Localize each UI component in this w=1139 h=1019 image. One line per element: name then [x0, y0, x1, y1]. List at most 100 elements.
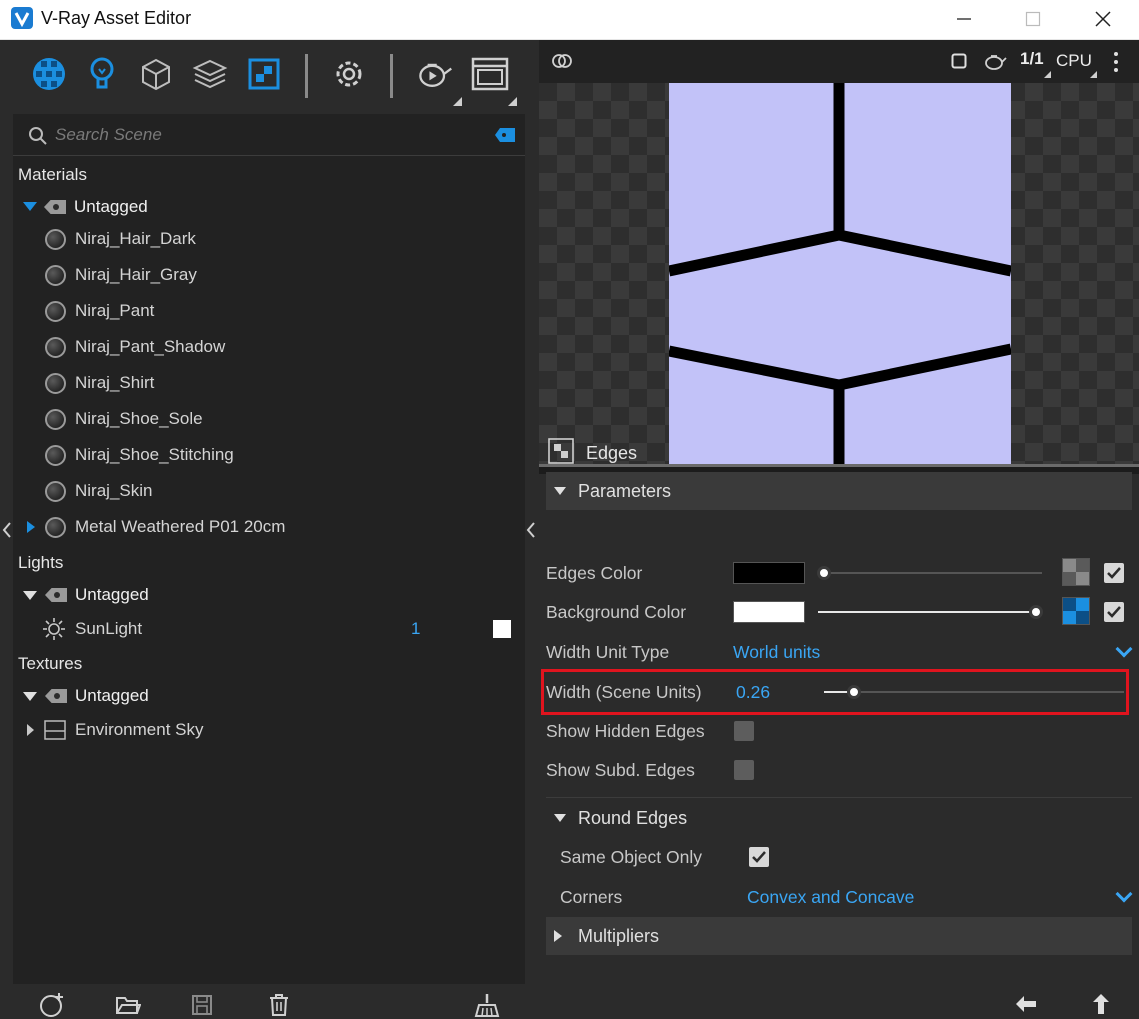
width-unit-type-label: Width Unit Type — [546, 642, 670, 662]
material-name: Metal Weathered P01 20cm — [75, 517, 286, 536]
asset-editor-panel: 1/1 CPU Edges Parameters Edges Color Bac… — [539, 40, 1139, 1019]
geometry-tab[interactable] — [136, 54, 176, 94]
materials-tag-group[interactable]: Untagged — [23, 190, 148, 224]
background-color-texture-toggle[interactable] — [1104, 602, 1124, 622]
material-name: Niraj_Pant_Shadow — [75, 337, 226, 356]
preview-scene-icon[interactable] — [551, 52, 573, 70]
light-toggle[interactable] — [493, 620, 511, 638]
corners-dropdown[interactable]: Convex and Concave — [747, 887, 914, 908]
collapse-arrow-icon — [23, 691, 37, 701]
frame-buffer-button[interactable] — [470, 54, 510, 94]
trash-icon — [270, 994, 288, 1016]
section-divider — [546, 797, 1132, 798]
settings-tab[interactable] — [329, 54, 369, 94]
material-item[interactable]: Niraj_Shirt — [45, 366, 154, 400]
show-hidden-edges-label: Show Hidden Edges — [546, 721, 705, 741]
delete-button[interactable] — [265, 991, 293, 1019]
texture-name: Environment Sky — [75, 720, 204, 739]
textures-tab[interactable] — [244, 54, 284, 94]
round-edges-rollout[interactable]: Round Edges — [546, 799, 1132, 837]
multipliers-rollout[interactable]: Multipliers — [546, 917, 1132, 955]
background-color-slider-knob[interactable] — [1029, 605, 1043, 619]
tag-filter-icon[interactable] — [495, 128, 515, 142]
lights-tab[interactable] — [82, 54, 122, 94]
render-teapot-icon — [419, 63, 452, 87]
material-item[interactable]: Niraj_Hair_Gray — [45, 258, 197, 292]
panel-splitter[interactable] — [525, 40, 539, 1019]
chevron-down-icon[interactable] — [1115, 885, 1133, 903]
up-button[interactable] — [1087, 990, 1115, 1018]
expand-arrow-icon — [23, 202, 37, 211]
textures-tag-group[interactable]: Untagged — [23, 679, 149, 713]
width-value-input[interactable]: 0.26 — [736, 682, 770, 703]
lights-tag-group[interactable]: Untagged — [23, 578, 149, 612]
material-item[interactable]: Niraj_Pant_Shadow — [45, 330, 225, 364]
edges-color-slider-track[interactable] — [824, 572, 1042, 574]
show-hidden-edges-checkbox[interactable] — [734, 721, 754, 741]
corners-label: Corners — [560, 887, 623, 907]
tag-group-label: Untagged — [75, 585, 149, 604]
minimize-button[interactable] — [929, 0, 999, 38]
render-engine[interactable]: CPU — [1056, 51, 1092, 71]
open-file-button[interactable] — [114, 991, 142, 1019]
more-options-icon[interactable] — [1113, 51, 1119, 73]
render-elements-tab[interactable] — [190, 54, 230, 94]
render-button[interactable] — [414, 54, 454, 94]
rollout-label: Multipliers — [578, 925, 660, 946]
back-button[interactable] — [1012, 990, 1040, 1018]
checkmark-icon — [752, 851, 766, 863]
preview-ratio[interactable]: 1/1 — [1020, 49, 1044, 69]
background-color-label: Background Color — [546, 602, 687, 622]
materials-tab[interactable] — [29, 54, 69, 94]
material-item-selected[interactable]: Metal Weathered P01 20cm — [27, 510, 285, 544]
material-item[interactable]: Niraj_Skin — [45, 474, 152, 508]
background-color-swatch[interactable] — [733, 601, 805, 623]
chevron-down-icon[interactable] — [1115, 640, 1133, 658]
edges-color-slider-knob[interactable] — [817, 566, 831, 580]
material-item[interactable]: Niraj_Shoe_Stitching — [45, 438, 234, 472]
add-asset-button[interactable] — [38, 991, 66, 1019]
material-item[interactable]: Niraj_Hair_Dark — [45, 222, 196, 256]
checkmark-icon — [1107, 567, 1121, 579]
collapse-arrow-icon — [554, 813, 566, 822]
collapse-left-icon[interactable] — [2, 522, 12, 538]
width-slider-track[interactable] — [824, 691, 1124, 693]
save-button[interactable] — [188, 991, 216, 1019]
edges-editor: Edges Parameters Edges Color Background … — [539, 430, 1139, 970]
purge-unused-button[interactable] — [473, 991, 501, 1019]
material-name: Niraj_Skin — [75, 481, 153, 500]
maximize-button[interactable] — [998, 0, 1068, 38]
search-input[interactable] — [55, 122, 475, 148]
expand-arrow-icon[interactable] — [27, 724, 34, 736]
maximize-icon — [1025, 11, 1041, 27]
same-object-only-checkbox[interactable] — [749, 847, 769, 867]
material-sphere-icon — [45, 336, 66, 358]
texture-item[interactable]: Environment Sky — [27, 713, 204, 747]
preview-shape-icon[interactable] — [951, 53, 967, 69]
rollout-label: Round Edges — [578, 807, 688, 828]
material-sphere-icon — [45, 228, 66, 250]
environment-texture-icon — [44, 720, 66, 740]
geometry-icon — [142, 58, 170, 91]
background-color-slider-fill — [818, 611, 1036, 613]
material-item[interactable]: Niraj_Shoe_Sole — [45, 402, 203, 436]
material-sphere-icon — [45, 516, 66, 538]
edges-color-texture-toggle[interactable] — [1104, 563, 1124, 583]
edges-color-swatch[interactable] — [733, 562, 805, 584]
width-unit-type-dropdown[interactable]: World units — [733, 642, 820, 663]
parameters-rollout[interactable]: Parameters — [546, 472, 1132, 510]
light-item[interactable]: SunLight 1 — [43, 612, 513, 646]
show-subd-edges-checkbox[interactable] — [734, 760, 754, 780]
expand-arrow-icon[interactable] — [27, 521, 35, 533]
background-color-texture-slot[interactable] — [1062, 597, 1090, 625]
dropdown-corner-icon — [453, 97, 462, 106]
vray-logo-icon — [11, 7, 33, 29]
edges-color-texture-slot[interactable] — [1062, 558, 1090, 586]
render-preview-icon[interactable] — [983, 51, 1007, 71]
light-name: SunLight — [75, 619, 143, 638]
width-slider-knob[interactable] — [847, 685, 861, 699]
edges-texture-icon — [548, 438, 574, 464]
material-item[interactable]: Niraj_Pant — [45, 294, 154, 328]
materials-section-label: Materials — [18, 165, 87, 184]
close-button[interactable] — [1068, 0, 1138, 38]
